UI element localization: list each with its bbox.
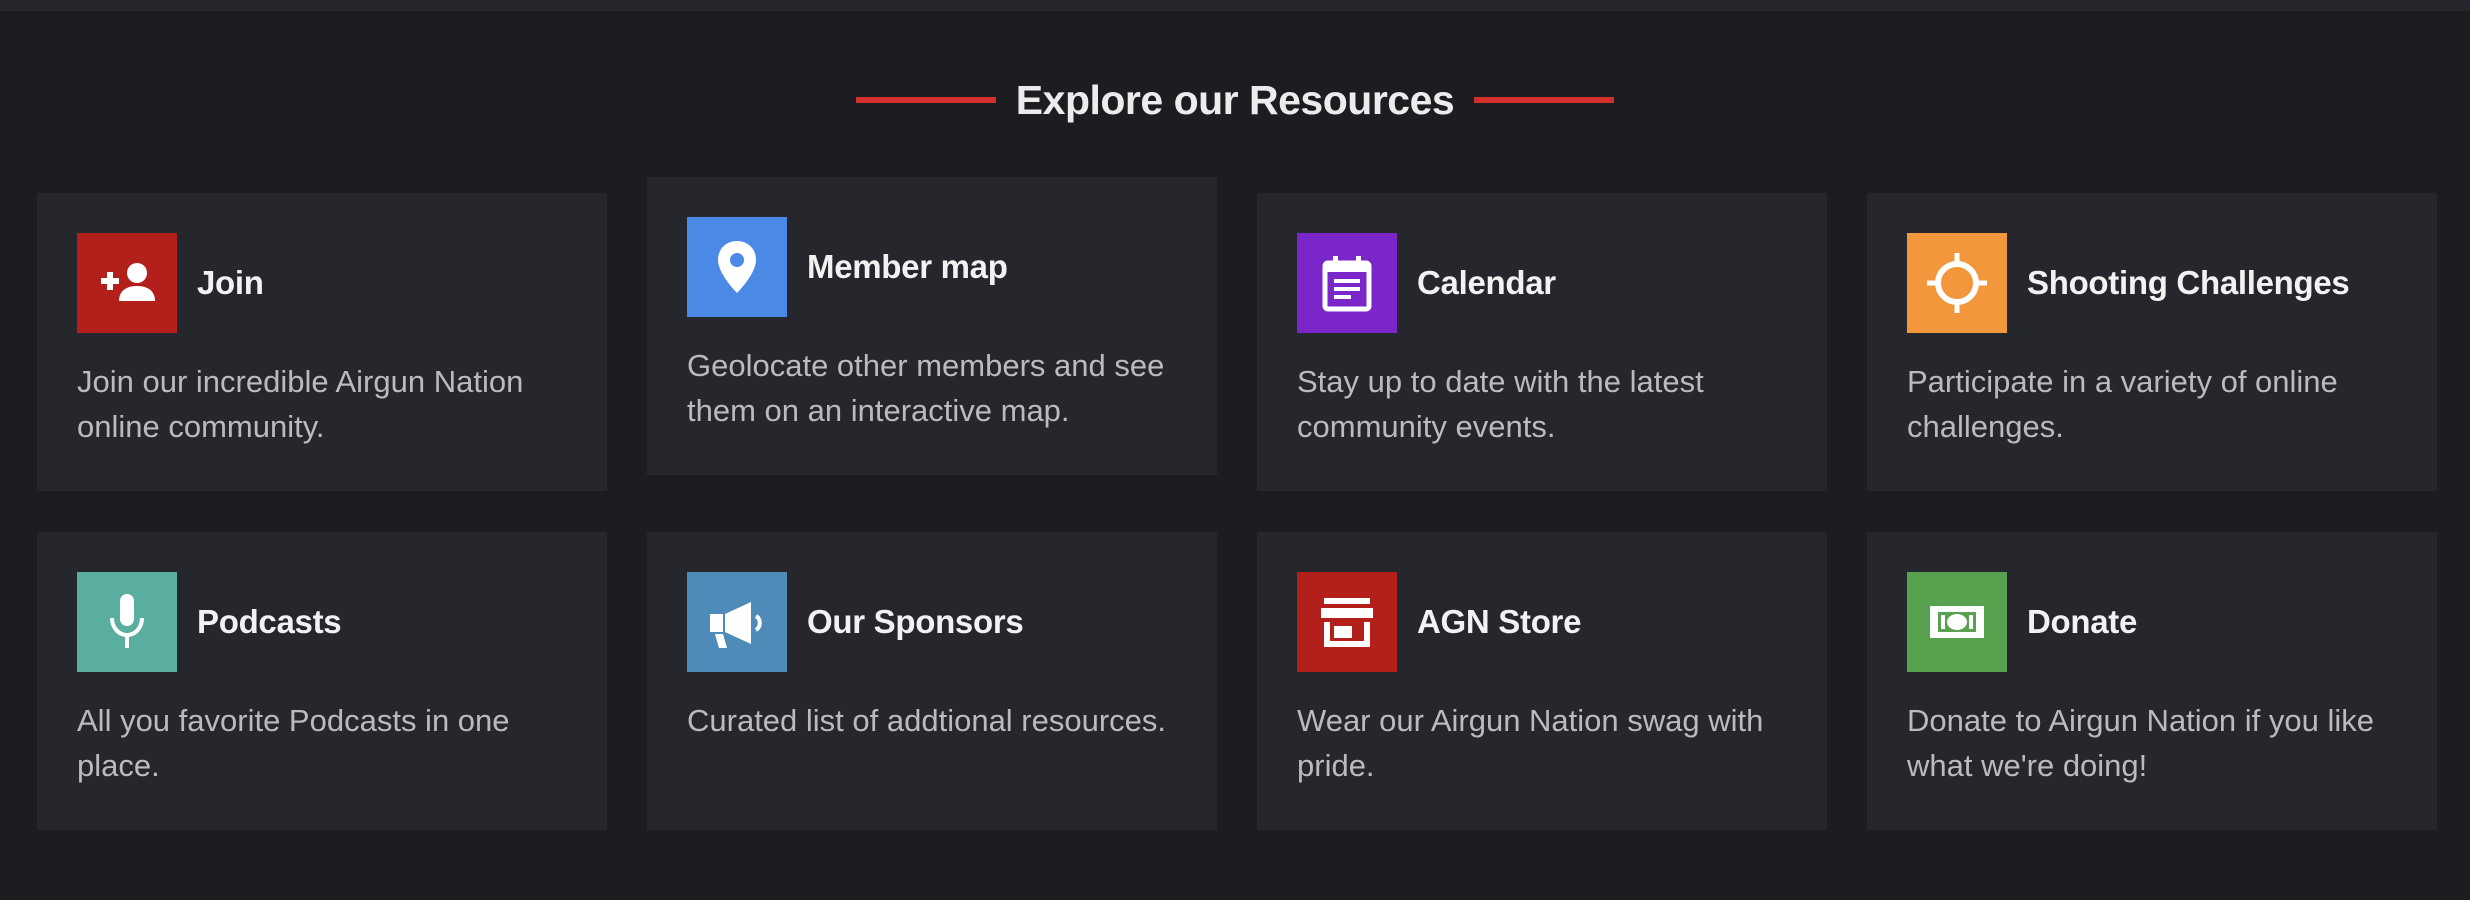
card-title: Our Sponsors [807,603,1024,640]
card-title: Podcasts [197,603,342,640]
microphone-icon [110,594,144,648]
resource-card-agn-store[interactable]: AGN Store Wear our Airgun Nation swag wi… [1257,532,1827,830]
card-title: AGN Store [1417,603,1582,640]
card-description: Curated list of addtional resources. [687,703,1167,738]
icon-box [77,572,177,672]
icon-box [1907,233,2007,333]
title-divider-right [1474,97,1615,103]
megaphone-icon [710,602,762,648]
card-description: Stay up to date with the latest communit… [1297,364,1704,444]
card-description: Geolocate other members and see them on … [687,348,1165,428]
resource-card-member-map[interactable]: Member map Geolocate other members and s… [647,177,1217,475]
top-bar [0,0,2470,11]
icon-box [1297,572,1397,672]
icon-box [687,572,787,672]
card-description: Donate to Airgun Nation if you like what… [1907,703,2374,783]
card-title: Donate [2027,603,2138,640]
card-title: Calendar [1417,264,1556,301]
card-title: Shooting Challenges [2027,264,2350,301]
icon-box [1297,233,1397,333]
resource-card-donate[interactable]: Donate Donate to Airgun Nation if you li… [1867,532,2437,830]
resource-card-podcasts[interactable]: Podcasts All you favorite Podcasts in on… [37,532,607,830]
card-description: Join our incredible Airgun Nation online… [77,364,524,444]
card-title: Member map [807,248,1008,285]
card-description: Wear our Airgun Nation swag with pride. [1297,703,1764,783]
calendar-icon [1322,256,1372,312]
icon-box [77,233,177,333]
resource-card-join[interactable]: Join Join our incredible Airgun Nation o… [37,193,607,491]
storefront-icon [1321,598,1373,647]
crosshair-icon [1927,253,1987,313]
icon-box [1907,572,2007,672]
resource-card-shooting-challenges[interactable]: Shooting Challenges Participate in a var… [1867,193,2437,491]
map-pin-icon [718,241,756,293]
icon-box [687,217,787,317]
resource-card-our-sponsors[interactable]: Our Sponsors Curated list of addtional r… [647,532,1217,830]
money-icon [1930,606,1984,638]
section-title: Explore our Resources [1015,76,1455,123]
resource-card-calendar[interactable]: Calendar Stay up to date with the latest… [1257,193,1827,491]
title-divider-left [855,97,996,103]
card-title: Join [197,264,264,301]
card-description: All you favorite Podcasts in one place. [77,703,510,783]
section-header: Explore our Resources [0,70,2470,130]
add-person-icon [101,263,155,301]
card-description: Participate in a variety of online chall… [1907,364,2338,444]
